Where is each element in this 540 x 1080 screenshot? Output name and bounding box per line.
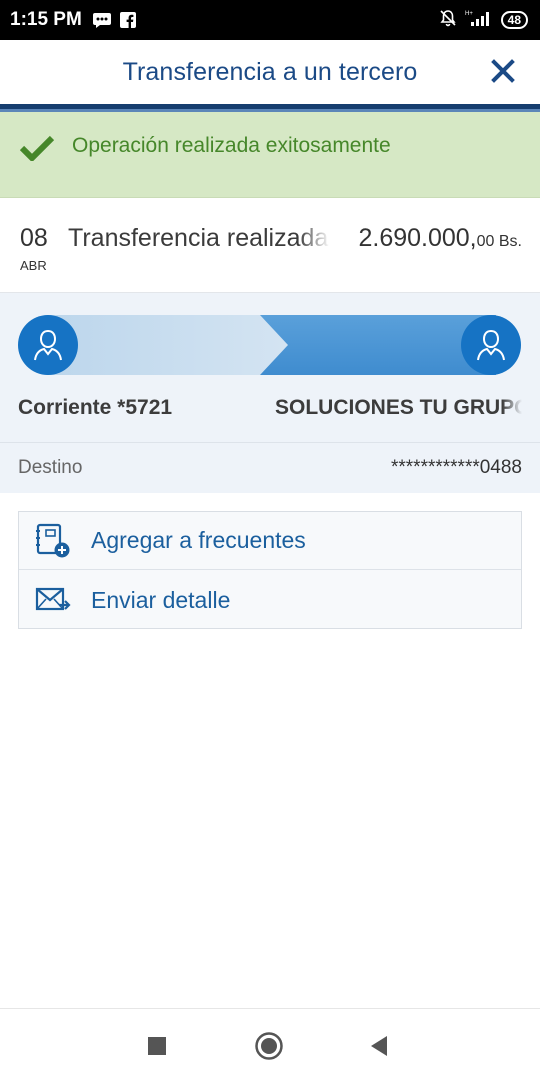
success-message: Operación realizada exitosamente [72, 134, 391, 157]
send-mail-icon [35, 582, 73, 618]
destination-avatar [461, 315, 521, 375]
user-icon [34, 329, 62, 361]
add-to-favorites-button[interactable]: Agregar a frecuentes [19, 512, 521, 570]
transaction-description: Transferencia realizada [68, 224, 329, 252]
facebook-icon [119, 12, 136, 28]
success-banner: Operación realizada exitosamente [0, 112, 540, 198]
destination-name: SOLUCIONES TU GRUPO [275, 396, 522, 419]
signal-icon: H+ [465, 9, 493, 32]
back-icon [371, 1036, 387, 1056]
status-bar: 1:15 PM H+ 48 [0, 0, 540, 40]
system-nav-bar [0, 1008, 540, 1080]
transaction-summary: 08 ABR Transferencia realizada 2.690.000… [0, 198, 540, 293]
send-detail-label: Enviar detalle [91, 586, 231, 613]
destination-label: Destino [18, 457, 83, 478]
add-contact-book-icon [35, 523, 73, 559]
home-button[interactable] [254, 1031, 284, 1061]
close-button[interactable] [486, 54, 520, 88]
close-icon [491, 59, 515, 83]
amount-main: 2.690.000, [358, 224, 477, 252]
transaction-month: ABR [20, 258, 47, 273]
status-time: 1:15 PM [10, 9, 82, 30]
transfer-arrow-bar [46, 315, 496, 375]
recent-apps-button[interactable] [142, 1031, 172, 1061]
actions-list: Agregar a frecuentes Enviar detalle [18, 511, 522, 629]
transaction-amount: 2.690.000,00 Bs. [358, 224, 522, 253]
destination-row: Destino ************0488 [0, 443, 540, 493]
user-icon [477, 329, 505, 361]
message-icon [92, 12, 112, 28]
transfer-flow: Corriente *5721 SOLUCIONES TU GRUPO [0, 293, 540, 443]
origin-account: Corriente *5721 [18, 396, 173, 419]
recent-apps-icon [148, 1037, 166, 1055]
svg-text:H+: H+ [465, 11, 473, 17]
destination-account: ************0488 [391, 457, 522, 478]
amount-cents: 00 Bs. [476, 233, 522, 250]
checkmark-icon [20, 135, 54, 161]
page-title: Transferencia a un tercero [122, 57, 418, 86]
status-right: H+ 48 [439, 9, 528, 32]
battery-indicator: 48 [500, 11, 528, 29]
app-header: Transferencia a un tercero [0, 40, 540, 104]
origin-avatar [18, 315, 78, 375]
send-detail-button[interactable]: Enviar detalle [19, 571, 521, 629]
add-to-favorites-label: Agregar a frecuentes [91, 527, 306, 553]
transaction-day: 08 [20, 224, 48, 252]
home-icon [255, 1032, 283, 1060]
notifications-off-icon [439, 9, 457, 32]
back-button[interactable] [364, 1031, 394, 1061]
